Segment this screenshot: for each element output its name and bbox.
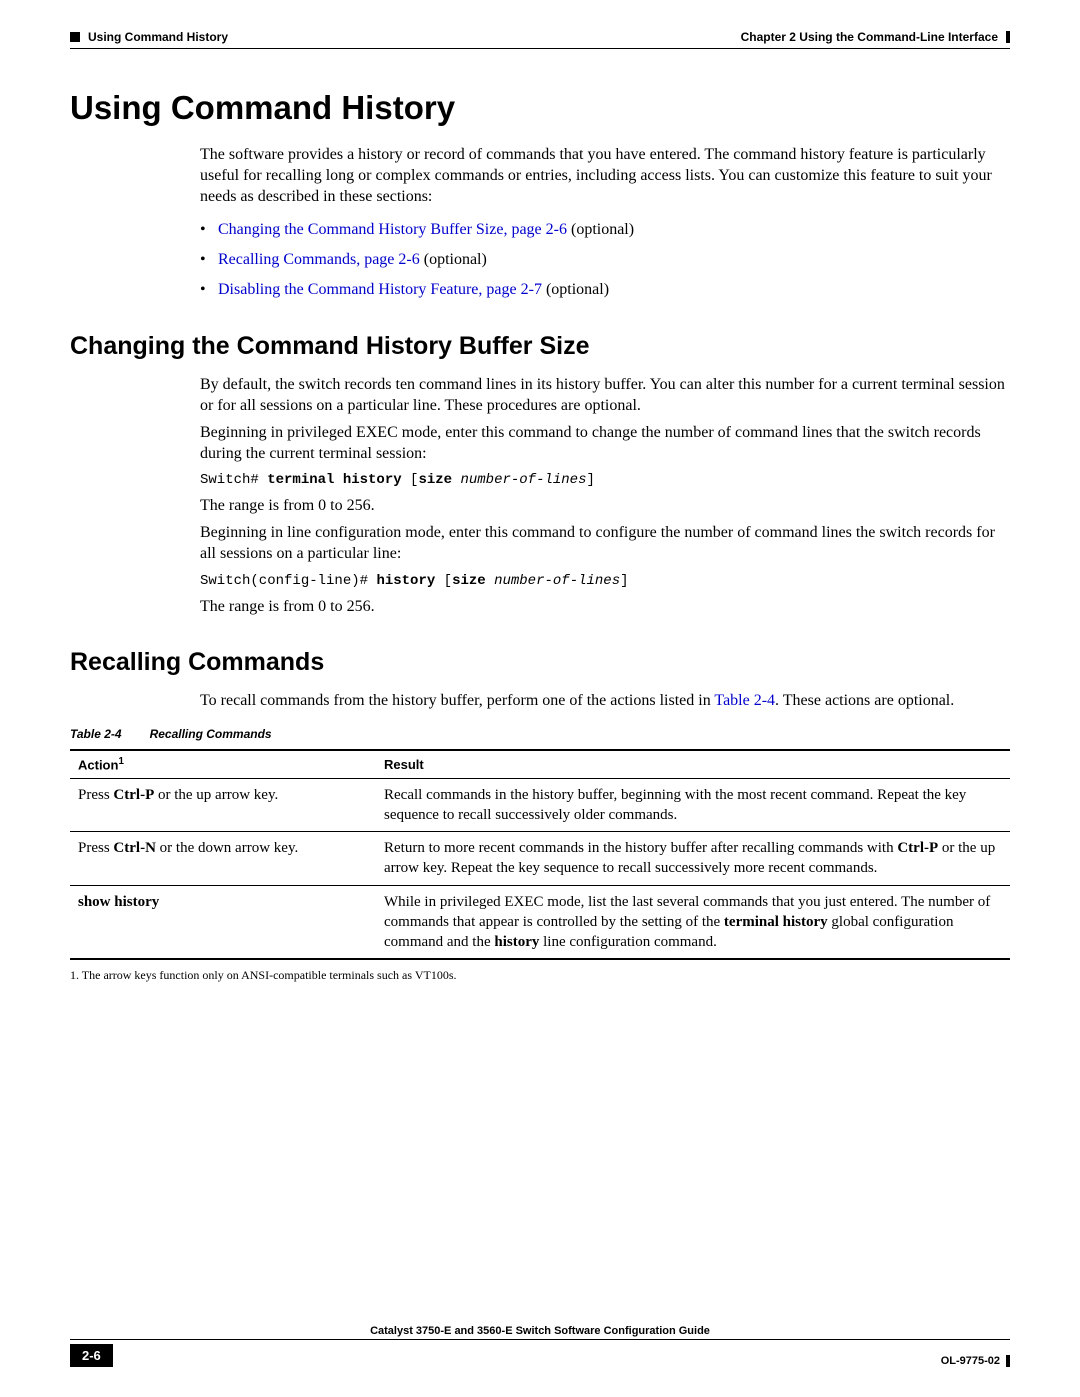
cmd-prompt: Switch# xyxy=(200,472,267,488)
bullet-list: Changing the Command History Buffer Size… xyxy=(200,217,1010,302)
table-caption: Table 2-4 Recalling Commands xyxy=(70,727,1010,741)
cmd-keyword: terminal history xyxy=(267,472,401,488)
cmd-prompt: Switch(config-line)# xyxy=(200,573,376,589)
table-title: Recalling Commands xyxy=(150,727,272,741)
td-action: show history xyxy=(70,885,376,959)
intro-paragraph: The software provides a history or recor… xyxy=(200,145,1010,207)
table-row: Press Ctrl-P or the up arrow key. Recall… xyxy=(70,778,1010,832)
cmd-space xyxy=(486,573,494,589)
bullet-tail: (optional) xyxy=(542,281,609,298)
paragraph: Beginning in line configuration mode, en… xyxy=(200,523,1010,565)
intro-block: The software provides a history or recor… xyxy=(200,145,1010,302)
command: show history xyxy=(78,894,159,910)
command-line: Switch(config-line)# history [size numbe… xyxy=(200,573,1010,589)
text: Return to more recent commands in the hi… xyxy=(384,840,897,856)
text: line configuration command. xyxy=(539,934,716,950)
cmd-arg: number-of-lines xyxy=(460,472,586,488)
paragraph: By default, the switch records ten comma… xyxy=(200,375,1010,417)
section-2-body: To recall commands from the history buff… xyxy=(200,691,1010,712)
text: To recall commands from the history buff… xyxy=(200,692,714,709)
xref-link[interactable]: Changing the Command History Buffer Size… xyxy=(218,221,567,238)
footer-row: 2-6 OL-9775-02 xyxy=(70,1344,1010,1367)
text: or the down arrow key. xyxy=(156,840,298,856)
header-section: Using Command History xyxy=(88,30,228,44)
keystroke: Ctrl-N xyxy=(113,840,155,856)
paragraph: The range is from 0 to 256. xyxy=(200,496,1010,517)
bullet-tail: (optional) xyxy=(420,251,487,268)
bar-icon xyxy=(1006,1355,1010,1367)
cmd-bracket: [ xyxy=(435,573,452,589)
keystroke: Ctrl-P xyxy=(113,787,154,803)
list-item: Disabling the Command History Feature, p… xyxy=(200,277,1010,303)
text: Press xyxy=(78,840,113,856)
paragraph: To recall commands from the history buff… xyxy=(200,691,1010,712)
td-result: Recall commands in the history buffer, b… xyxy=(376,778,1010,832)
th-result: Result xyxy=(376,750,1010,778)
list-item: Changing the Command History Buffer Size… xyxy=(200,217,1010,243)
paragraph: The range is from 0 to 256. xyxy=(200,597,1010,618)
recalling-commands-table: Action1 Result Press Ctrl-P or the up ar… xyxy=(70,749,1010,960)
heading-h2: Recalling Commands xyxy=(70,648,1010,677)
page-header: Using Command History Chapter 2 Using th… xyxy=(70,30,1010,44)
table-header-row: Action1 Result xyxy=(70,750,1010,778)
bullet-tail: (optional) xyxy=(567,221,634,238)
th-action: Action1 xyxy=(70,750,376,778)
table-footnote: 1. The arrow keys function only on ANSI-… xyxy=(70,968,1010,983)
square-icon xyxy=(70,32,80,42)
xref-link[interactable]: Recalling Commands, page 2-6 xyxy=(218,251,420,268)
bar-icon xyxy=(1006,31,1010,43)
cmd-bracket: [ xyxy=(402,472,419,488)
document-page: Using Command History Chapter 2 Using th… xyxy=(0,0,1080,1397)
paragraph: Beginning in privileged EXEC mode, enter… xyxy=(200,423,1010,465)
heading-h2: Changing the Command History Buffer Size xyxy=(70,332,1010,361)
cmd-bracket: ] xyxy=(620,573,628,589)
page-footer: Catalyst 3750-E and 3560-E Switch Softwa… xyxy=(70,1325,1010,1367)
command-line: Switch# terminal history [size number-of… xyxy=(200,472,1010,488)
td-action: Press Ctrl-N or the down arrow key. xyxy=(70,832,376,886)
keystroke: Ctrl-P xyxy=(897,840,938,856)
td-result: While in privileged EXEC mode, list the … xyxy=(376,885,1010,959)
keyword: history xyxy=(494,934,539,950)
text: . These actions are optional. xyxy=(775,692,954,709)
footer-right: OL-9775-02 xyxy=(941,1355,1010,1367)
footer-book-title: Catalyst 3750-E and 3560-E Switch Softwa… xyxy=(70,1325,1010,1337)
text: Press xyxy=(78,787,113,803)
th-label: Action xyxy=(78,758,118,773)
header-right: Chapter 2 Using the Command-Line Interfa… xyxy=(741,30,1010,44)
table-row: show history While in privileged EXEC mo… xyxy=(70,885,1010,959)
header-rule xyxy=(70,48,1010,49)
xref-link[interactable]: Disabling the Command History Feature, p… xyxy=(218,281,542,298)
header-left: Using Command History xyxy=(70,30,228,44)
th-sup: 1 xyxy=(118,756,123,767)
cmd-arg: number-of-lines xyxy=(494,573,620,589)
table-number: Table 2-4 xyxy=(70,727,122,741)
footer-left: 2-6 xyxy=(70,1344,121,1367)
heading-h1: Using Command History xyxy=(70,89,1010,127)
doc-id: OL-9775-02 xyxy=(941,1355,1000,1367)
td-result: Return to more recent commands in the hi… xyxy=(376,832,1010,886)
cmd-keyword: size xyxy=(418,472,452,488)
td-action: Press Ctrl-P or the up arrow key. xyxy=(70,778,376,832)
section-1-body: By default, the switch records ten comma… xyxy=(200,375,1010,617)
text: or the up arrow key. xyxy=(154,787,278,803)
cmd-keyword: size xyxy=(452,573,486,589)
keyword: terminal history xyxy=(724,914,828,930)
footer-rule xyxy=(70,1339,1010,1340)
table-row: Press Ctrl-N or the down arrow key. Retu… xyxy=(70,832,1010,886)
cmd-bracket: ] xyxy=(587,472,595,488)
page-number: 2-6 xyxy=(70,1344,113,1367)
xref-link[interactable]: Table 2-4 xyxy=(714,692,775,709)
header-chapter: Chapter 2 Using the Command-Line Interfa… xyxy=(741,30,998,44)
list-item: Recalling Commands, page 2-6 (optional) xyxy=(200,247,1010,273)
cmd-keyword: history xyxy=(376,573,435,589)
